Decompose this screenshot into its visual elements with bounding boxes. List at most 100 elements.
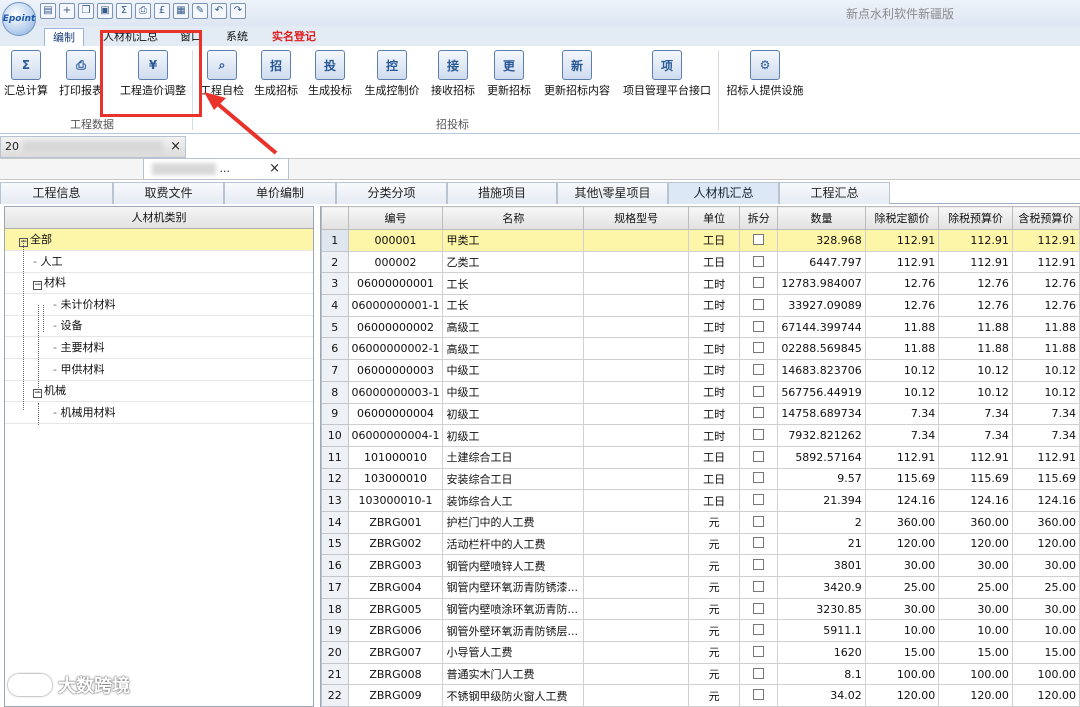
- table-cell[interactable]: 中级工: [442, 359, 585, 382]
- table-cell[interactable]: 115.69: [864, 467, 940, 491]
- undo-icon[interactable]: ↶: [211, 3, 227, 19]
- table-cell[interactable]: 100.00: [938, 662, 1013, 686]
- table-cell[interactable]: 25.00: [1011, 576, 1080, 599]
- table-cell[interactable]: 10.00: [938, 619, 1013, 643]
- tree-node[interactable]: − 机械: [5, 380, 313, 403]
- ribbon-tab-1[interactable]: 人材机汇总: [95, 28, 166, 46]
- table-cell[interactable]: [583, 272, 690, 296]
- table-cell[interactable]: 100.00: [864, 662, 940, 686]
- table-cell[interactable]: 21.394: [777, 489, 866, 512]
- table-cell[interactable]: 02288.569845: [777, 337, 866, 361]
- table-cell[interactable]: 06000000004: [347, 402, 444, 426]
- split-checkbox[interactable]: [753, 429, 765, 441]
- table-cell[interactable]: 安装综合工日: [442, 467, 585, 491]
- table-cell[interactable]: [583, 619, 690, 643]
- table-cell[interactable]: 乙类工: [442, 250, 585, 274]
- table-cell[interactable]: [739, 380, 779, 404]
- table-cell[interactable]: [583, 294, 690, 317]
- tree-node[interactable]: - 机械用材料: [5, 402, 313, 424]
- table-cell[interactable]: 10.12: [1011, 359, 1080, 382]
- close-icon[interactable]: ×: [170, 137, 181, 157]
- table-cell[interactable]: 元: [688, 684, 741, 707]
- table-cell[interactable]: ZBRG003: [347, 554, 444, 577]
- table-cell[interactable]: [583, 576, 690, 599]
- column-header[interactable]: 除税定额价: [864, 206, 940, 230]
- table-cell[interactable]: 120.00: [864, 532, 940, 556]
- table-cell[interactable]: 3420.9: [777, 576, 866, 599]
- table-cell[interactable]: 112.91: [938, 250, 1013, 274]
- table-cell[interactable]: 护栏门中的人工费: [442, 510, 585, 534]
- table-cell[interactable]: 元: [688, 510, 741, 534]
- ribbon-button-11[interactable]: ⚙ 招标人提供设施: [722, 50, 808, 100]
- redo-icon[interactable]: ↷: [230, 3, 246, 19]
- table-cell[interactable]: [583, 597, 690, 621]
- table-cell[interactable]: ZBRG006: [347, 619, 444, 643]
- table-cell[interactable]: 06000000002: [347, 315, 444, 339]
- column-header[interactable]: 拆分: [739, 206, 779, 230]
- table-cell[interactable]: [583, 467, 690, 491]
- table-cell[interactable]: 元: [688, 576, 741, 599]
- ribbon-button-1[interactable]: ⎙ 打印报表: [56, 50, 106, 100]
- table-cell[interactable]: 12.76: [864, 294, 940, 317]
- table-cell[interactable]: [739, 532, 779, 556]
- table-cell[interactable]: 124.16: [1011, 489, 1080, 512]
- table-cell[interactable]: 12783.984007: [777, 272, 866, 296]
- tree-expander-icon[interactable]: −: [33, 281, 42, 291]
- table-cell[interactable]: [739, 229, 779, 252]
- main-tab-0[interactable]: 工程信息: [0, 182, 113, 204]
- table-cell[interactable]: [739, 445, 779, 469]
- table-cell[interactable]: [739, 337, 779, 361]
- table-row[interactable]: 6 06000000002-1 高级工 工时 02288.569845 11.88 11.8…: [321, 337, 1080, 361]
- table-cell[interactable]: 112.91: [938, 229, 1013, 252]
- table-cell[interactable]: 7.34: [938, 424, 1013, 447]
- table-cell[interactable]: [739, 489, 779, 512]
- calc-icon[interactable]: ▦: [173, 3, 189, 19]
- table-cell[interactable]: 112.91: [1011, 229, 1080, 252]
- table-cell[interactable]: 11.88: [864, 337, 940, 361]
- table-cell[interactable]: 120.00: [938, 684, 1013, 707]
- table-cell[interactable]: 14683.823706: [777, 359, 866, 382]
- split-checkbox[interactable]: [753, 667, 765, 679]
- table-cell[interactable]: 30.00: [938, 554, 1013, 577]
- table-cell[interactable]: 112.91: [864, 229, 940, 252]
- split-checkbox[interactable]: [753, 277, 765, 289]
- table-cell[interactable]: 112.91: [938, 445, 1013, 469]
- table-row[interactable]: 22 ZBRG009 不锈钢甲级防火窗人工费元 34.02 120.00 120.00 12…: [321, 684, 1080, 707]
- tree-node[interactable]: - 人工: [5, 251, 313, 273]
- table-row[interactable]: 12 103000010 安装综合工日 工日 9.57 115.69 115.69 115.6…: [321, 467, 1080, 491]
- table-cell[interactable]: [583, 315, 690, 339]
- table-cell[interactable]: [739, 619, 779, 643]
- split-checkbox[interactable]: [753, 342, 765, 354]
- table-cell[interactable]: [739, 641, 779, 664]
- table-cell[interactable]: 钢管内壁喷锌人工费: [442, 554, 585, 577]
- doc-tab-2[interactable]: ... ×: [143, 158, 289, 180]
- table-cell[interactable]: [739, 554, 779, 577]
- main-tab-6[interactable]: 人材机汇总: [668, 182, 779, 204]
- table-row[interactable]: 7 06000000003 中级工 工时 14683.823706 10.12 10.12 1…: [321, 359, 1080, 382]
- table-cell[interactable]: 3801: [777, 554, 866, 577]
- table-cell[interactable]: 7932.821262: [777, 424, 866, 447]
- table-cell[interactable]: 30.00: [1011, 554, 1080, 577]
- main-tab-2[interactable]: 单价编制: [224, 182, 336, 204]
- ribbon-button-2[interactable]: ¥ 工程造价调整: [110, 50, 196, 100]
- column-header[interactable]: 含税预算价: [1011, 206, 1080, 230]
- table-cell[interactable]: 34.02: [777, 684, 866, 707]
- add-icon[interactable]: +: [59, 3, 75, 19]
- table-cell[interactable]: [739, 424, 779, 447]
- table-cell[interactable]: 工时: [688, 359, 741, 382]
- ribbon-button-5[interactable]: 投生成投标: [304, 50, 356, 100]
- table-cell[interactable]: 103000010-1: [347, 489, 444, 512]
- split-checkbox[interactable]: [753, 255, 765, 267]
- table-cell[interactable]: ZBRG001: [347, 510, 444, 534]
- ribbon-button-4[interactable]: 招生成招标: [250, 50, 302, 100]
- table-cell[interactable]: [739, 684, 779, 707]
- split-checkbox[interactable]: [753, 450, 765, 462]
- table-cell[interactable]: 工时: [688, 272, 741, 296]
- table-cell[interactable]: [583, 402, 690, 426]
- table-cell[interactable]: 103000010: [347, 467, 444, 491]
- split-checkbox[interactable]: [753, 689, 765, 701]
- table-cell[interactable]: 12.76: [1011, 272, 1080, 296]
- table-cell[interactable]: 中级工: [442, 380, 585, 404]
- table-cell[interactable]: 06000000001: [347, 272, 444, 296]
- table-cell[interactable]: 7.34: [1011, 402, 1080, 426]
